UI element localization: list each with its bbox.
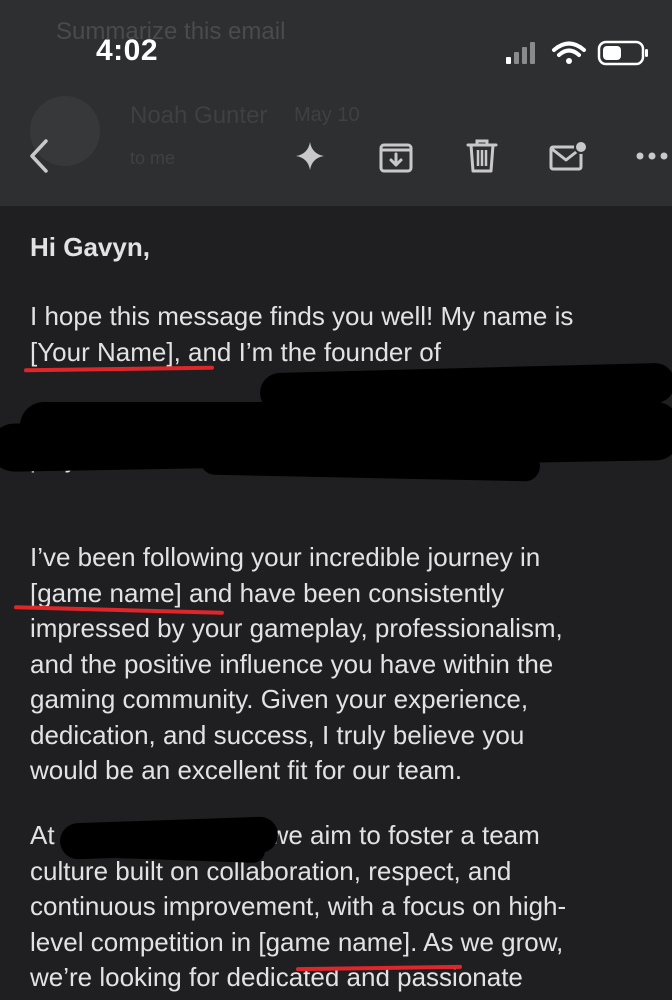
text-line: I’ve been following your incredible jour… bbox=[30, 542, 541, 572]
text-line: impressed by your gameplay, professional… bbox=[30, 613, 563, 643]
text-line: we’re looking for dedicated and passiona… bbox=[30, 962, 523, 992]
text-line: culture built on collaboration, respect,… bbox=[30, 855, 512, 886]
text-fragment: and have been consistently bbox=[181, 577, 505, 608]
more-options-button[interactable] bbox=[630, 134, 672, 178]
ghost-sender-name: Noah Gunter bbox=[130, 102, 268, 129]
placeholder-game-name: [game name] bbox=[30, 577, 182, 608]
delete-button[interactable] bbox=[460, 134, 504, 178]
mark-unread-button[interactable] bbox=[546, 134, 590, 178]
text-line: and the positive influence you have with… bbox=[30, 648, 554, 679]
text-fragment: , and I’m the founder of bbox=[173, 336, 441, 367]
text-line: gaming community. Given your experience, bbox=[30, 684, 529, 714]
text-line: level competition in [game name]. As we … bbox=[30, 925, 660, 961]
back-button[interactable] bbox=[18, 134, 62, 178]
placeholder-game-name: [game name] bbox=[258, 926, 411, 957]
battery-icon bbox=[597, 40, 648, 66]
text-line: I hope this message finds you well! My n… bbox=[30, 301, 574, 331]
email-screen: Summarize this email Noah Gunter May 10 … bbox=[0, 0, 672, 1000]
text-fragment: level competition in bbox=[30, 926, 259, 957]
email-header: Summarize this email Noah Gunter May 10 … bbox=[0, 0, 672, 206]
status-icons bbox=[506, 40, 648, 66]
status-time: 4:02 bbox=[96, 34, 159, 67]
wifi-icon bbox=[552, 41, 586, 64]
text-line: [game name] and have been consistently bbox=[30, 576, 660, 612]
cellular-signal-icon bbox=[506, 42, 535, 64]
ghost-summarize-chip: Summarize this email bbox=[56, 18, 286, 45]
ghost-sent-date: May 10 bbox=[294, 104, 360, 126]
email-paragraph-2: I’ve been following your incredible jour… bbox=[30, 540, 660, 789]
trash-icon bbox=[466, 139, 498, 173]
archive-icon bbox=[379, 143, 413, 173]
sparkle-icon bbox=[296, 142, 324, 170]
placeholder-your-name: [Your Name] bbox=[30, 336, 174, 367]
more-icon bbox=[636, 152, 668, 160]
email-toolbar bbox=[0, 128, 672, 184]
mail-unread-icon bbox=[549, 140, 588, 171]
text-line: dedication, and success, I truly believe… bbox=[30, 719, 525, 750]
email-greeting: Hi Gavyn, bbox=[30, 232, 150, 262]
text-fragment: At bbox=[30, 820, 55, 850]
text-line: would be an excellent fit for our team. bbox=[30, 755, 463, 785]
archive-button[interactable] bbox=[374, 134, 418, 178]
text-line: continuous improvement, with a focus on … bbox=[30, 891, 567, 921]
summarize-button[interactable] bbox=[288, 134, 332, 178]
text-fragment: . As we grow, bbox=[410, 926, 564, 957]
back-icon bbox=[30, 139, 48, 173]
text-fragment: we aim to foster a team bbox=[269, 820, 540, 850]
